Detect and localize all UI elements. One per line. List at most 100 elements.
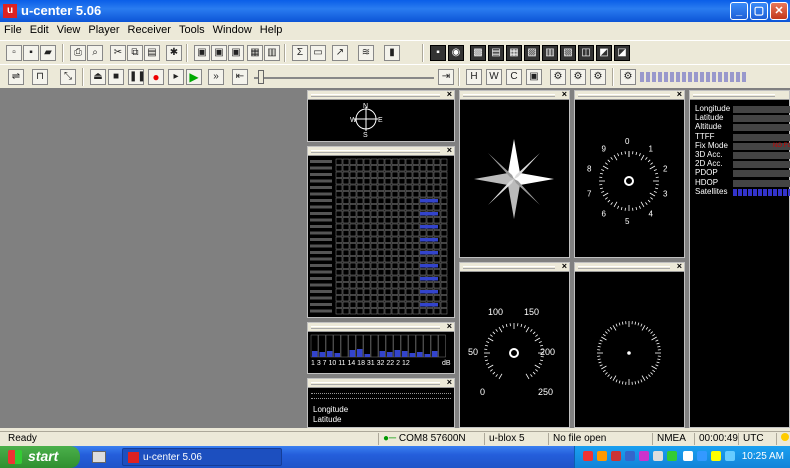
grid-cell — [405, 288, 413, 295]
play-icon[interactable]: ▶ — [186, 69, 202, 85]
playback-slider-thumb[interactable] — [258, 70, 264, 84]
aiding-icon[interactable]: ⚙ — [620, 69, 636, 85]
dial-tick — [520, 323, 523, 328]
menu-receiver[interactable]: Receiver — [124, 22, 175, 38]
menu-help[interactable]: Help — [256, 22, 287, 38]
paste-icon[interactable]: ▤ — [144, 45, 160, 61]
chart-b-icon[interactable]: ≋ — [358, 45, 374, 61]
menu-tools[interactable]: Tools — [175, 22, 209, 38]
print-preview-icon[interactable]: ⌕ — [87, 45, 103, 61]
connect-icon[interactable]: ⇌ — [8, 69, 24, 85]
grid-cell — [370, 256, 378, 263]
view-h-icon[interactable]: ▧ — [560, 45, 576, 61]
view-e-icon[interactable]: ▦ — [506, 45, 522, 61]
window-list-icon[interactable]: ▭ — [310, 45, 326, 61]
grid-cell — [398, 275, 406, 282]
doc-b-icon[interactable]: ▣ — [211, 45, 227, 61]
close-panel-icon[interactable]: × — [562, 89, 567, 99]
grid-cell — [419, 269, 427, 276]
status-port[interactable]: ●─ COM8 57600N — [378, 433, 466, 445]
settings-icon[interactable]: ✱ — [166, 45, 182, 61]
gear-b-icon[interactable]: ⚙ — [570, 69, 586, 85]
open-icon[interactable]: ▰ — [40, 45, 56, 61]
close-panel-icon[interactable]: × — [447, 377, 452, 387]
dial-tick — [607, 328, 610, 332]
stop-icon[interactable]: ■ — [108, 69, 124, 85]
cut-icon[interactable]: ✂ — [110, 45, 126, 61]
view-j-icon[interactable]: ◩ — [596, 45, 612, 61]
close-panel-icon[interactable]: × — [677, 89, 682, 99]
fast-forward-icon[interactable]: » — [208, 69, 224, 85]
sigma-icon[interactable]: Σ — [292, 45, 308, 61]
close-panel-icon[interactable]: × — [447, 89, 452, 99]
chart-a-icon[interactable]: ↗ — [332, 45, 348, 61]
view-c-icon[interactable]: ▩ — [470, 45, 486, 61]
rewind-start-icon[interactable]: ⇤ — [232, 69, 248, 85]
view-k-icon[interactable]: ◪ — [614, 45, 630, 61]
maximize-button[interactable]: ▢ — [750, 2, 768, 20]
save-icon[interactable]: ▪ — [23, 45, 39, 61]
autobaud-icon[interactable]: ⤡ — [60, 69, 76, 85]
grid-cell — [398, 158, 406, 165]
view-b-icon[interactable]: ◉ — [448, 45, 464, 61]
menu-view[interactable]: View — [53, 22, 85, 38]
close-button[interactable]: ✕ — [770, 2, 788, 20]
grid-b-icon[interactable]: ▥ — [264, 45, 280, 61]
poll-icon[interactable]: ▣ — [526, 69, 542, 85]
close-panel-icon[interactable]: × — [562, 261, 567, 271]
chart-c-icon[interactable]: ▮ — [384, 45, 400, 61]
record-icon[interactable]: ● — [148, 69, 164, 85]
tray-c-icon[interactable] — [611, 451, 621, 461]
row-label-bar — [310, 231, 332, 235]
bluetooth-icon[interactable] — [697, 451, 707, 461]
grid-cell — [335, 197, 343, 204]
baudrate-icon[interactable]: ⊓ — [32, 69, 48, 85]
dial-center — [624, 176, 634, 186]
sat-bar — [327, 351, 333, 357]
grid-cell — [426, 269, 434, 276]
eject-icon[interactable]: ⏏ — [90, 69, 106, 85]
gear-c-icon[interactable]: ⚙ — [590, 69, 606, 85]
view-i-icon[interactable]: ◫ — [578, 45, 594, 61]
pause-icon[interactable]: ❚❚ — [128, 69, 146, 85]
jump-end-icon[interactable]: ⇥ — [438, 69, 454, 85]
tray-b-icon[interactable] — [597, 451, 607, 461]
vw-icon[interactable]: W — [486, 69, 502, 85]
tray-i-icon[interactable] — [711, 451, 721, 461]
view-d-icon[interactable]: ▤ — [488, 45, 504, 61]
print-icon[interactable]: ⎙ — [70, 45, 86, 61]
tray-f-icon[interactable] — [653, 451, 663, 461]
close-panel-icon[interactable]: × — [447, 145, 452, 155]
quick-launch-icon[interactable] — [92, 451, 106, 463]
view-g-icon[interactable]: ▥ — [542, 45, 558, 61]
doc-a-icon[interactable]: ▣ — [194, 45, 210, 61]
tray-e-icon[interactable] — [639, 451, 649, 461]
view-a-icon[interactable]: ▪ — [430, 45, 446, 61]
tray-d-icon[interactable] — [625, 451, 635, 461]
clock[interactable]: 10:25 AM — [742, 451, 784, 462]
step-icon[interactable]: ▸ — [168, 69, 184, 85]
hdop-icon[interactable]: H — [466, 69, 482, 85]
close-panel-icon[interactable]: × — [447, 321, 452, 331]
new-file-icon[interactable]: ▫ — [6, 45, 22, 61]
menu-edit[interactable]: Edit — [26, 22, 53, 38]
close-panel-icon[interactable]: × — [677, 261, 682, 271]
view-f-icon[interactable]: ▨ — [524, 45, 540, 61]
grid-a-icon[interactable]: ▦ — [247, 45, 263, 61]
menu-window[interactable]: Window — [209, 22, 256, 38]
tray-j-icon[interactable] — [725, 451, 735, 461]
taskbar-window-button[interactable]: u-center 5.06 — [122, 448, 282, 466]
clock-icon[interactable]: C — [506, 69, 522, 85]
dial-tick — [615, 379, 618, 383]
tray-a-icon[interactable] — [583, 451, 593, 461]
minimize-button[interactable]: _ — [730, 2, 748, 20]
playback-slider-track[interactable] — [254, 77, 434, 79]
tray-g-icon[interactable] — [667, 451, 677, 461]
start-button[interactable]: start — [0, 446, 80, 468]
gear-a-icon[interactable]: ⚙ — [550, 69, 566, 85]
doc-c-icon[interactable]: ▣ — [228, 45, 244, 61]
copy-icon[interactable]: ⧉ — [127, 45, 143, 61]
tray-h-icon[interactable] — [683, 451, 693, 461]
menu-player[interactable]: Player — [84, 22, 123, 38]
menu-file[interactable]: File — [0, 22, 26, 38]
